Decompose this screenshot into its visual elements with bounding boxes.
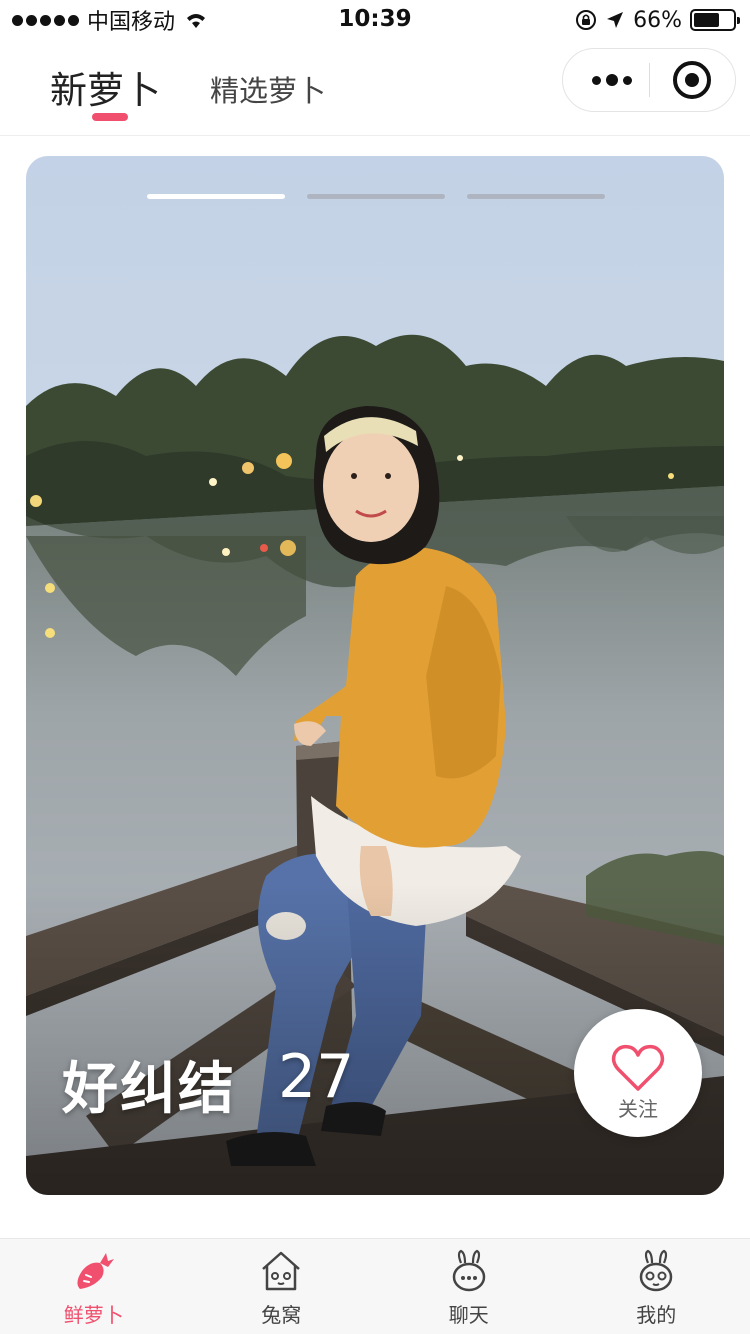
tabbar-item-chat[interactable]: 聊天 [375, 1239, 563, 1334]
rabbit-face-icon [640, 1249, 673, 1292]
heart-outline-icon [611, 1044, 665, 1091]
top-header: 新萝卜 精选萝卜 [0, 40, 750, 136]
capsule-divider [649, 63, 650, 97]
battery-fill [694, 13, 719, 27]
tab-featured-radish[interactable]: 精选萝卜 [210, 68, 326, 110]
photo-progress-segment [467, 194, 605, 199]
photo-progress-segment [147, 194, 285, 199]
tabbar-item-rabbit-house[interactable]: 兔窝 [188, 1239, 376, 1334]
bottom-tabbar: 鲜萝卜 兔窝 聊天 我的 [0, 1238, 750, 1334]
rabbit-house-icon [262, 1251, 301, 1291]
photo-progress-segment [307, 194, 445, 199]
tab-active-indicator [92, 113, 128, 121]
tab-new-radish[interactable]: 新萝卜 [50, 60, 161, 114]
status-right: 66% [575, 7, 740, 33]
battery-percent: 66% [633, 7, 682, 33]
profile-age: 27 [278, 1042, 355, 1112]
tabbar-item-mine[interactable]: 我的 [563, 1239, 750, 1334]
tabbar-label: 鲜萝卜 [63, 1303, 124, 1327]
tabbar-label: 兔窝 [261, 1303, 302, 1327]
tabbar-label: 聊天 [448, 1303, 489, 1327]
battery-icon [690, 9, 740, 31]
status-bar: 中国移动 10:39 66% [0, 0, 750, 40]
tabbar-item-fresh-radish[interactable]: 鲜萝卜 [0, 1239, 188, 1334]
follow-button[interactable]: 关注 [574, 1009, 702, 1137]
location-arrow-icon [607, 12, 624, 28]
rabbit-chat-icon [452, 1249, 485, 1292]
tabbar-label: 我的 [636, 1303, 677, 1327]
more-dots-icon[interactable] [587, 49, 637, 111]
target-close-icon[interactable] [673, 61, 711, 99]
profile-card[interactable]: 好纠结 27 关注 [26, 156, 724, 1195]
miniprogram-capsule [562, 48, 736, 112]
profile-name: 好纠结 [62, 1057, 236, 1122]
follow-label: 关注 [618, 1097, 658, 1121]
photo-progress [147, 194, 605, 199]
orientation-lock-icon [576, 10, 597, 30]
carrot-icon [77, 1253, 114, 1289]
